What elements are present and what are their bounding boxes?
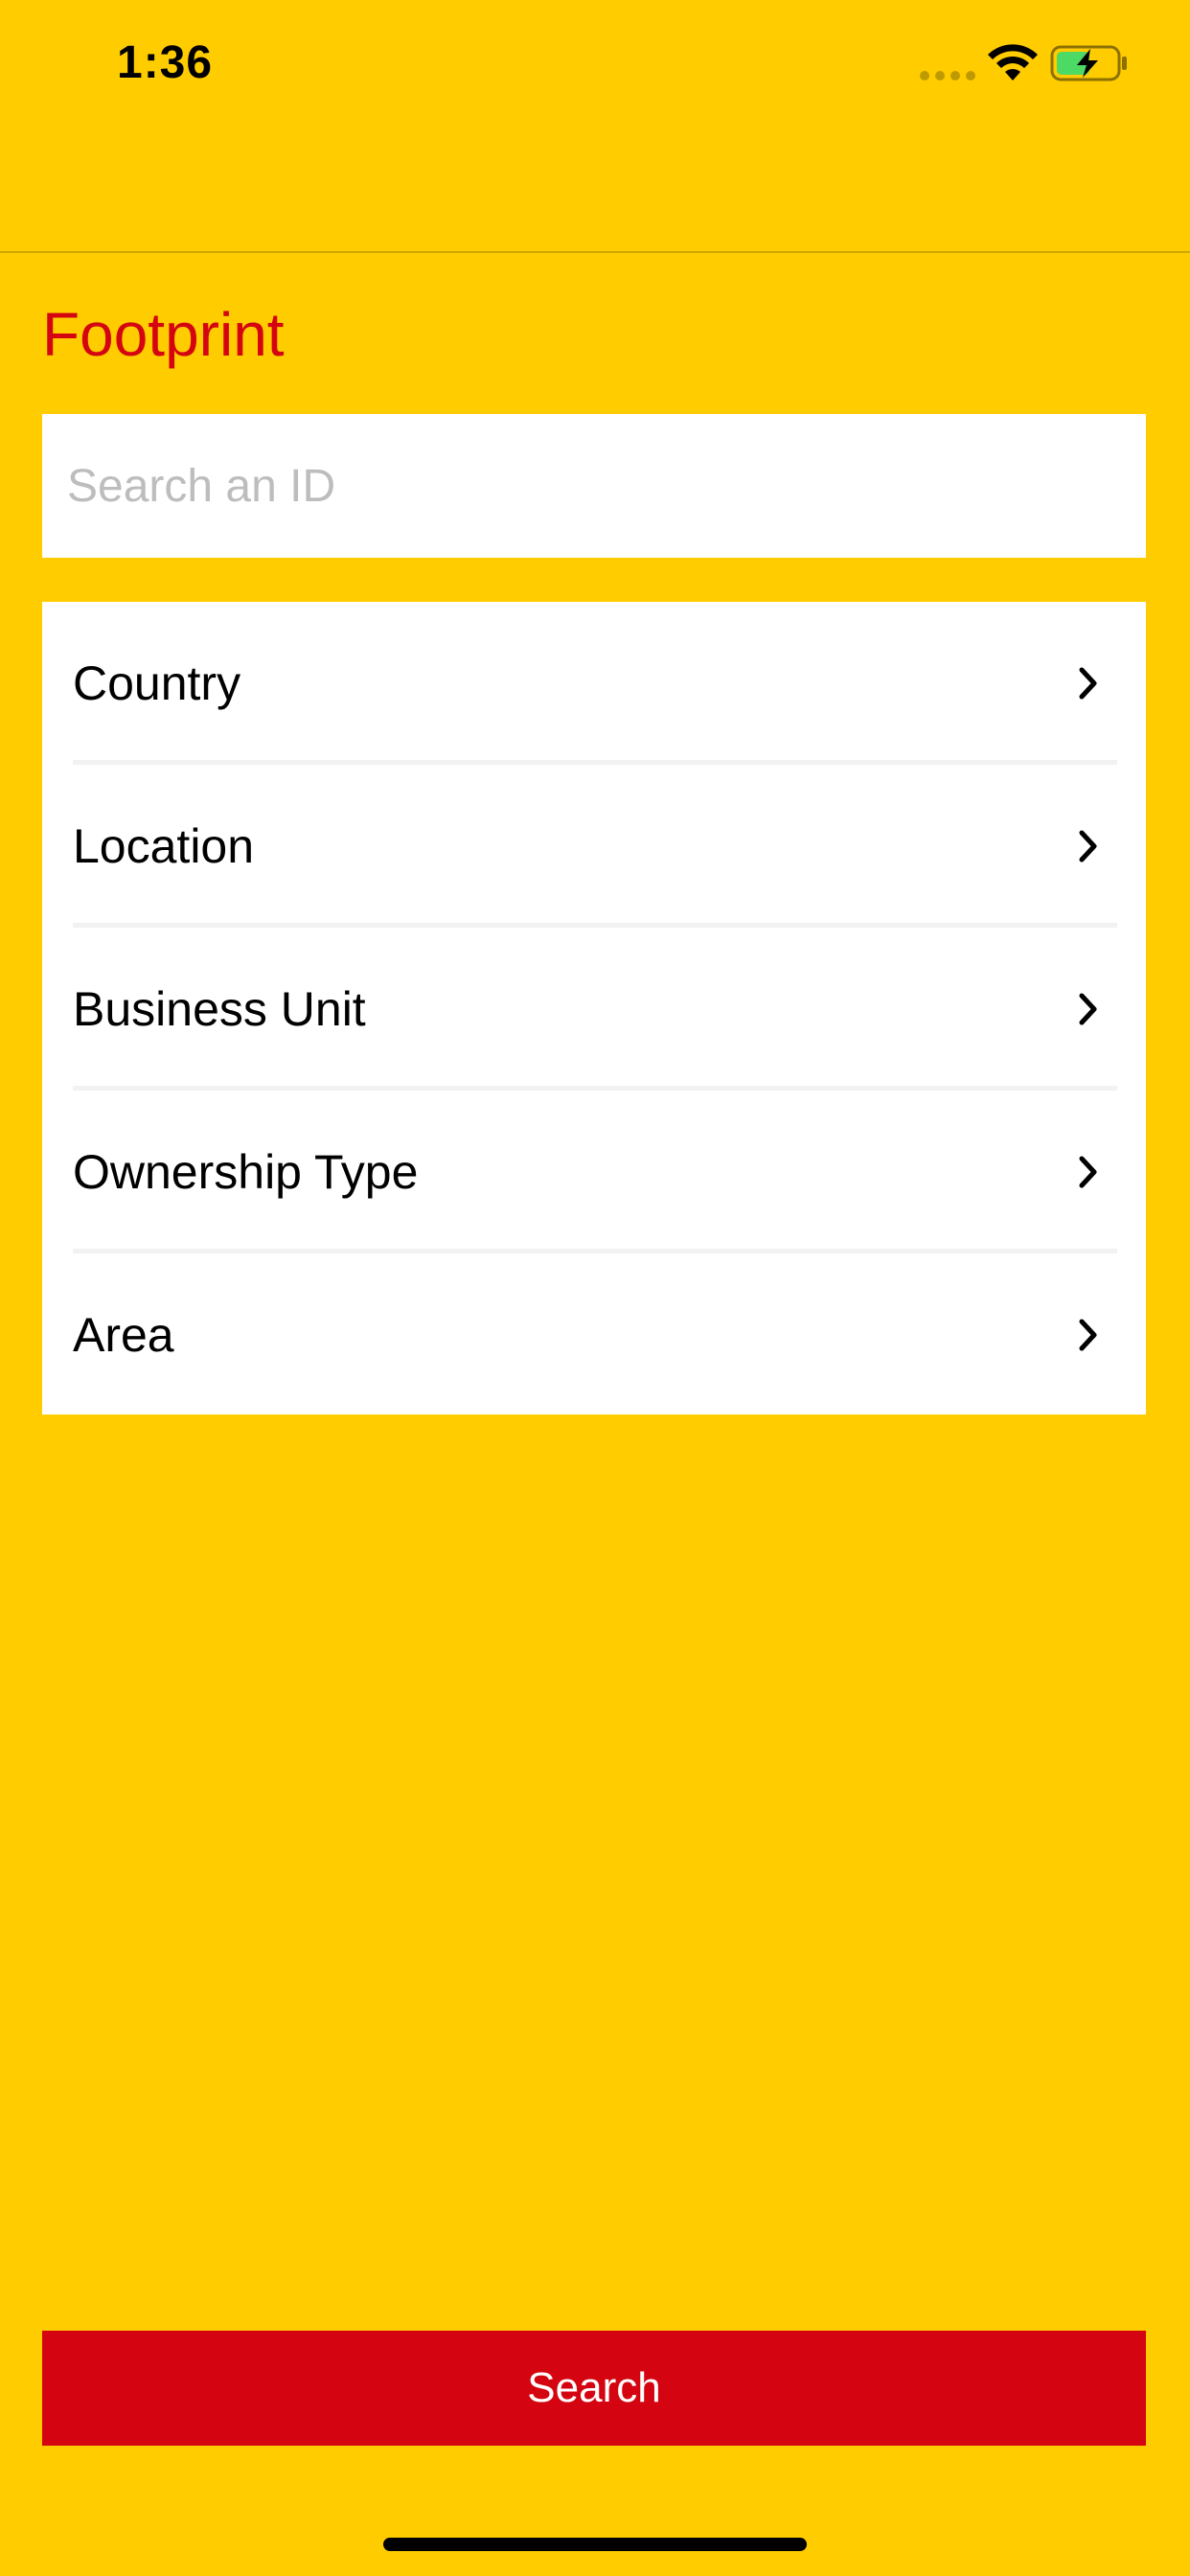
status-bar: 1:36 <box>0 0 1190 126</box>
filter-label: Country <box>73 656 241 710</box>
home-indicator[interactable] <box>383 2538 807 2551</box>
search-input[interactable] <box>42 414 1146 558</box>
wifi-icon <box>988 44 1038 80</box>
chevron-right-icon <box>1079 1156 1097 1188</box>
signal-dots-icon <box>920 71 975 80</box>
search-field[interactable] <box>42 414 1146 558</box>
filter-row-location[interactable]: Location <box>42 765 1146 928</box>
filter-label: Business Unit <box>73 982 366 1036</box>
filter-label: Ownership Type <box>73 1145 419 1199</box>
chevron-right-icon <box>1079 667 1097 700</box>
filter-list: Country Location Business Unit Ownership… <box>42 602 1146 1414</box>
status-time: 1:36 <box>117 37 214 88</box>
filter-label: Area <box>73 1308 174 1362</box>
filter-row-area[interactable]: Area <box>42 1254 1146 1416</box>
filter-row-business-unit[interactable]: Business Unit <box>42 928 1146 1091</box>
battery-charging-icon <box>1050 45 1127 81</box>
chevron-right-icon <box>1079 1319 1097 1351</box>
search-button[interactable]: Search <box>42 2331 1146 2446</box>
filter-row-country[interactable]: Country <box>42 602 1146 765</box>
nav-divider <box>0 251 1190 253</box>
page-title: Footprint <box>42 300 285 369</box>
filter-row-ownership-type[interactable]: Ownership Type <box>42 1091 1146 1254</box>
filter-label: Location <box>73 819 255 873</box>
chevron-right-icon <box>1079 993 1097 1025</box>
chevron-right-icon <box>1079 830 1097 862</box>
